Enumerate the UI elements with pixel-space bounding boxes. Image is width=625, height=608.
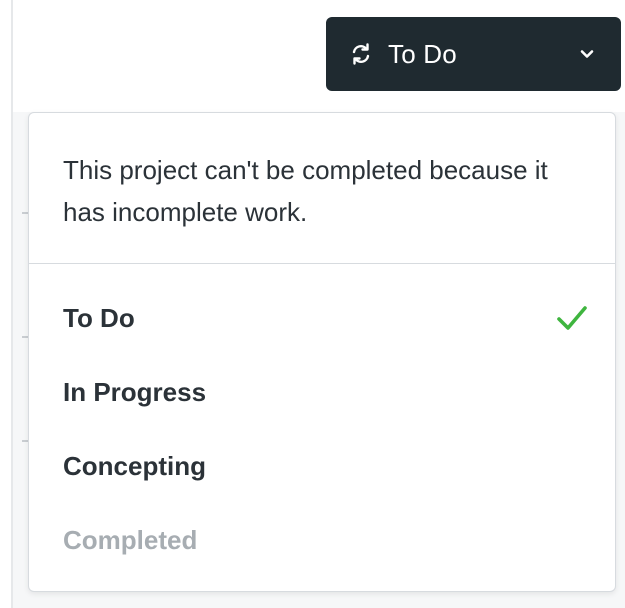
status-option-to-do[interactable]: To Do	[29, 281, 615, 355]
status-dropdown-label: To Do	[388, 38, 457, 69]
status-option-list: To Do In Progress Concepting Completed	[29, 281, 615, 577]
status-option-label: To Do	[63, 302, 135, 333]
status-option-label: In Progress	[63, 376, 207, 407]
status-option-in-progress[interactable]: In Progress	[29, 355, 615, 429]
status-option-concepting[interactable]: Concepting	[29, 429, 615, 503]
menu-divider	[29, 263, 615, 264]
status-dropdown-button[interactable]: To Do	[326, 17, 621, 91]
status-option-label: Concepting	[63, 450, 206, 481]
status-option-label: Completed	[63, 524, 198, 555]
status-dropdown-menu: This project can't be completed because …	[28, 112, 616, 592]
screen: To Do This project can't be completed be…	[0, 0, 625, 608]
chevron-down-icon	[577, 44, 597, 64]
completion-warning-text: This project can't be completed because …	[63, 155, 548, 227]
cycle-icon	[348, 41, 374, 67]
status-option-completed: Completed	[29, 503, 615, 577]
checkmark-icon	[557, 306, 587, 330]
